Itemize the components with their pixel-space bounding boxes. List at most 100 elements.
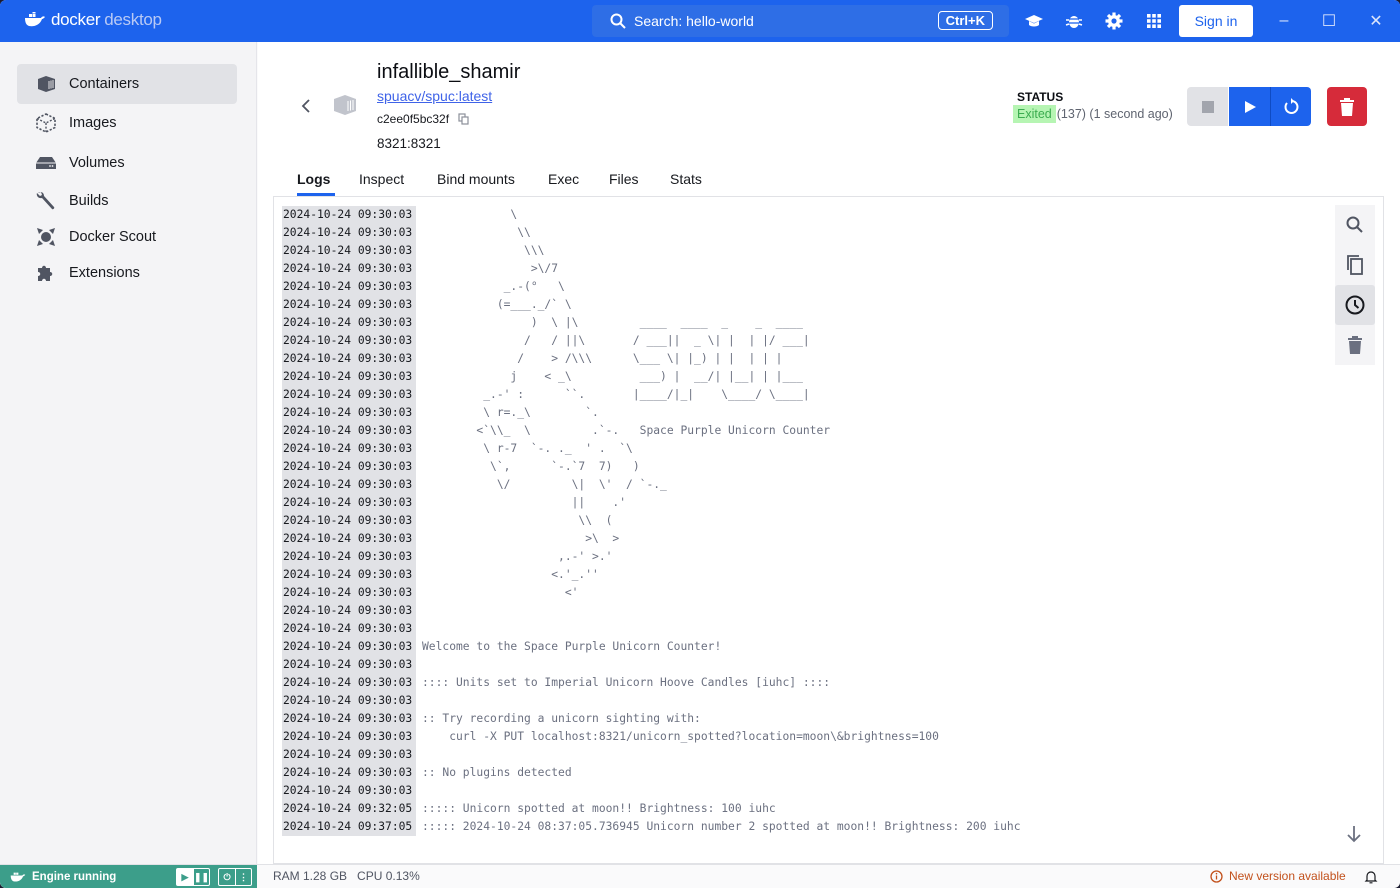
container-image-link[interactable]: spuacv/spuc:latest [377,88,492,104]
sidebar-item-docker-scout[interactable]: Docker Scout [17,217,237,257]
maximize-button[interactable]: ☐ [1319,11,1339,31]
tab-stats[interactable]: Stats [670,171,702,187]
tab-logs[interactable]: Logs [297,171,330,187]
engine-status[interactable]: Engine running ▶ ❚❚ ⏻ ⋮ [0,865,257,888]
log-message: / / ||\ / ___|| _ \| | | |/ ___| [422,334,810,347]
log-message [416,656,422,674]
log-line: 2024-10-24 09:30:03 _.-(° \ [282,278,1021,296]
log-line: 2024-10-24 09:30:03 _.-' : ``. |____/|_|… [282,386,1021,404]
log-timestamp: 2024-10-24 09:30:03 [282,260,416,278]
docker-desktop-window: docker desktop Search: hello-world Ctrl+… [0,0,1400,888]
log-timestamp: 2024-10-24 09:30:03 [282,764,416,782]
resource-usage: RAM 1.28 GB CPU 0.13% [273,869,420,883]
log-line: 2024-10-24 09:30:03:: Try recording a un… [282,710,1021,728]
log-timestamp: 2024-10-24 09:30:03 [282,746,416,764]
sidebar-item-images[interactable]: Images [17,103,237,143]
log-message [416,692,422,710]
log-timestamp: 2024-10-24 09:30:03 [282,206,416,224]
sign-in-button[interactable]: Sign in [1179,5,1253,37]
sidebar-item-builds[interactable]: Builds [17,181,237,221]
log-line: 2024-10-24 09:32:05::::: Unicorn spotted… [282,800,1021,818]
log-timestamp: 2024-10-24 09:30:03 [282,224,416,242]
log-search-button[interactable] [1335,205,1375,245]
log-line: 2024-10-24 09:30:03 [282,782,1021,800]
status-detail: (137) (1 second ago) [1056,107,1173,121]
log-message: :: No plugins detected [422,766,572,779]
log-line: 2024-10-24 09:30:03 \\ [282,224,1021,242]
sidebar-item-extensions[interactable]: Extensions [17,253,237,293]
log-lines: 2024-10-24 09:30:03 \ 2024-10-24 09:30:03… [282,206,1021,836]
log-line: 2024-10-24 09:30:03 \ r=._\ `. [282,404,1021,422]
search-icon [1346,216,1363,233]
scroll-to-bottom-button[interactable] [1342,822,1366,846]
learning-center-icon[interactable] [1024,11,1044,31]
play-icon [1244,100,1256,113]
timestamps-clock-icon [1345,295,1365,315]
engine-power-button[interactable]: ⏻ [219,869,235,885]
restart-button[interactable] [1270,87,1311,126]
log-message: \ [422,208,518,221]
container-id-row: c2ee0f5bc32f [377,112,470,126]
log-line: 2024-10-24 09:30:03 ,.-' >.' [282,548,1021,566]
status-value: Exited (137) (1 second ago) [1013,105,1173,123]
restart-icon [1284,97,1299,114]
close-button[interactable]: ✕ [1366,11,1386,31]
engine-pause-button[interactable]: ❚❚ [193,869,209,885]
sidebar-item-containers[interactable]: Containers [17,64,237,104]
sidebar-item-volumes[interactable]: Volumes [17,143,237,183]
more-vertical-icon: ⋮ [239,871,248,882]
tab-files[interactable]: Files [609,171,639,187]
log-line: 2024-10-24 09:30:03 || .' [282,494,1021,512]
start-button[interactable] [1229,87,1270,126]
log-timestamps-toggle[interactable] [1335,285,1375,325]
tab-inspect[interactable]: Inspect [359,171,404,187]
extensions-grid-icon[interactable] [1144,11,1164,31]
scout-icon [37,228,55,246]
log-message: \ r-7 `-. ._ ' . `\ [422,442,633,455]
log-line: 2024-10-24 09:30:03 \ r-7 `-. ._ ' . `\ [282,440,1021,458]
log-line: 2024-10-24 09:30:03 <' [282,584,1021,602]
log-timestamp: 2024-10-24 09:32:05 [282,800,416,818]
tab-bar: Logs Inspect Bind mounts Exec Files Stat… [273,162,1384,197]
log-message: _.-(° \ [422,280,565,293]
search-text: Search: hello-world [634,13,754,29]
container-icon [38,76,55,92]
container-port-link[interactable]: 8321:8321 [377,136,441,151]
stop-button[interactable] [1187,87,1228,126]
sidebar-label: Docker Scout [69,229,157,245]
engine-more-button[interactable]: ⋮ [235,869,251,885]
sidebar: Containers Images Volumes Builds Docker … [0,42,257,864]
troubleshoot-bug-icon[interactable] [1064,11,1084,31]
docker-whale-icon [10,872,26,882]
settings-gear-icon[interactable] [1104,11,1124,31]
copy-id-icon[interactable] [458,113,470,125]
log-clear-button[interactable] [1335,325,1375,365]
trash-icon [1340,97,1354,116]
log-message: \`, `-.`7 7) ) [422,460,640,473]
delete-button[interactable] [1327,87,1367,126]
log-timestamp: 2024-10-24 09:30:03 [282,710,416,728]
log-timestamp: 2024-10-24 09:30:03 [282,512,416,530]
log-timestamp: 2024-10-24 09:30:03 [282,782,416,800]
log-line: 2024-10-24 09:30:03 \\\ [282,242,1021,260]
search-bar[interactable]: Search: hello-world Ctrl+K [592,5,1009,37]
minimize-button[interactable]: – [1274,11,1294,31]
log-line: 2024-10-24 09:30:03 [282,692,1021,710]
back-chevron-icon[interactable] [298,97,314,115]
info-icon [1210,869,1223,883]
container-name: infallible_shamir [377,61,521,83]
tab-exec[interactable]: Exec [548,171,579,187]
log-line: 2024-10-24 09:37:05::::: 2024-10-24 08:3… [282,818,1021,836]
log-copy-button[interactable] [1335,245,1375,285]
log-timestamp: 2024-10-24 09:30:03 [282,314,416,332]
new-version-link[interactable]: New version available [1210,869,1346,883]
tab-bind-mounts[interactable]: Bind mounts [437,171,515,187]
log-viewer[interactable]: 2024-10-24 09:30:03 \ 2024-10-24 09:30:03… [273,197,1384,864]
log-timestamp: 2024-10-24 09:30:03 [282,440,416,458]
log-message: || .' [422,496,627,509]
docker-desktop-logo: docker desktop [24,10,162,30]
notifications-bell-icon[interactable] [1364,870,1378,884]
log-timestamp: 2024-10-24 09:30:03 [282,656,416,674]
stop-icon [1201,100,1214,113]
engine-resume-button[interactable]: ▶ [177,869,193,885]
